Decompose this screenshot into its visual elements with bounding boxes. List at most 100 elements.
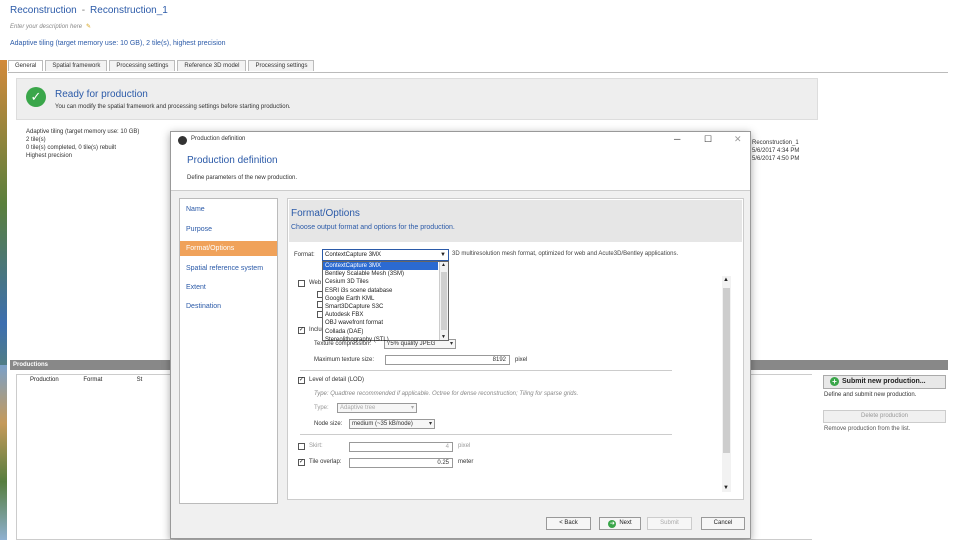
node-size-label: Node size: (314, 421, 343, 427)
skirt-unit: pixel (458, 443, 471, 449)
tab-processing-settings-b[interactable]: Processing settings (248, 60, 315, 71)
submit-description: Define and submit new production. (824, 392, 917, 398)
tab-divider (8, 72, 948, 73)
format-select-value: ContextCapture 3MX (325, 252, 382, 258)
delete-production-button[interactable]: Delete production (823, 410, 946, 423)
tab-spatial-framework[interactable]: Spatial framework (45, 60, 108, 71)
banner-title: Ready for production (55, 89, 148, 100)
format-description: 3D multiresolution mesh format, optimize… (452, 251, 679, 257)
type-label: Type: (314, 405, 329, 411)
step-purpose[interactable]: Purpose (180, 222, 277, 237)
max-texture-unit: pixel (515, 357, 528, 363)
format-option[interactable]: Google Earth KML (323, 295, 448, 303)
options-scrollbar[interactable]: ▲ ▼ (722, 276, 731, 492)
maximize-icon[interactable]: ☐ (704, 134, 712, 145)
lod-type-value: Adaptive tree (340, 405, 376, 411)
max-texture-input[interactable]: 8192 (385, 355, 510, 365)
format-option[interactable]: Bentley Scalable Mesh (3SM) (323, 270, 448, 278)
app-title[interactable]: Reconstruction (10, 5, 77, 16)
format-option[interactable]: Smart3DCapture S3C (323, 303, 448, 311)
section-divider (300, 370, 672, 371)
delete-description: Remove production from the list. (824, 426, 911, 432)
node-size-select[interactable]: medium (~35 kB/node) ▾ (349, 419, 435, 429)
format-options-panel: Format/Options Choose output format and … (287, 198, 744, 500)
web-ready-checkbox[interactable] (298, 280, 305, 287)
reconstruction-details: Adaptive tiling (target memory use: 10 G… (26, 128, 139, 160)
scroll-down-icon[interactable]: ▼ (441, 334, 446, 340)
tiling-info-link[interactable]: Adaptive tiling (target memory use: 10 G… (10, 40, 226, 47)
dialog-titlebar[interactable]: Production definition ─ ☐ ✕ (171, 132, 750, 149)
format-select[interactable]: ContextCapture 3MX ▼ (322, 249, 449, 261)
column-header-production[interactable]: Production (16, 375, 69, 387)
node-size-value: medium (~35 kB/node) (352, 421, 413, 427)
format-option[interactable]: ESRI i3s scene database (323, 287, 448, 295)
column-header-status[interactable]: St (123, 375, 176, 387)
submit-new-production-label: Submit new production... (842, 378, 926, 385)
document-title: Reconstruction_1 (90, 5, 168, 16)
column-header-format[interactable]: Format (69, 375, 122, 387)
section-divider (300, 434, 672, 435)
format-option[interactable]: ContextCapture 3MX (323, 262, 438, 271)
format-dropdown-list[interactable]: ContextCapture 3MX Bentley Scalable Mesh… (322, 261, 449, 344)
close-icon[interactable]: ✕ (734, 134, 742, 145)
minimize-icon[interactable]: ─ (674, 134, 680, 144)
dialog-header: Production definition Define parameters … (171, 149, 750, 191)
arrow-right-icon: ➜ (608, 520, 617, 528)
pencil-icon[interactable]: ✎ (86, 24, 91, 30)
tab-reference-3d-model[interactable]: Reference 3D model (177, 60, 247, 71)
next-button[interactable]: ➜ Next (599, 517, 641, 530)
page-title: Reconstruction - Reconstruction_1 (10, 5, 168, 16)
step-format-options[interactable]: Format/Options (180, 241, 277, 256)
scroll-thumb[interactable] (723, 288, 730, 453)
step-name[interactable]: Name (180, 202, 277, 217)
scroll-down-icon[interactable]: ▼ (723, 485, 729, 491)
submit-new-production-button[interactable]: + Submit new production... (823, 375, 946, 389)
dropdown-scrollbar[interactable]: ▲ ▼ (439, 262, 448, 340)
detail-line: Highest precision (26, 153, 73, 159)
skirt-checkbox[interactable] (298, 443, 305, 450)
background-imagery-strip-lower (0, 365, 7, 540)
skirt-input[interactable]: 4 (349, 442, 453, 452)
description-field[interactable]: Enter your description here ✎ (10, 23, 91, 30)
tab-general[interactable]: General (8, 60, 44, 71)
status-banner: ✓ Ready for production You can modify th… (16, 78, 818, 120)
description-text: Enter your description here (10, 24, 83, 30)
tile-overlap-input[interactable]: 0.25 (349, 458, 453, 468)
detail-line: 2 tile(s) (26, 137, 46, 143)
chevron-down-icon: ▼ (440, 252, 446, 258)
lod-type-select[interactable]: Adaptive tree ▾ (337, 403, 417, 413)
tab-bar: General Spatial framework Processing set… (8, 60, 316, 71)
meta-line: 5/6/2017 4:34 PM (752, 148, 800, 154)
app-icon (178, 136, 187, 145)
format-option[interactable]: Stereolithography (STL) (323, 336, 448, 344)
submit-button[interactable]: Submit (647, 517, 692, 530)
lod-checkbox[interactable]: ✓ (298, 377, 305, 384)
format-option[interactable]: Collada (DAE) (323, 328, 448, 336)
meta-line: 5/6/2017 4:50 PM (752, 156, 800, 162)
lod-hint: Type: Quadtree recommended if applicable… (314, 391, 579, 397)
chevron-down-icon: ▾ (428, 421, 432, 427)
format-option[interactable]: Autodesk FBX (323, 311, 448, 319)
back-button[interactable]: < Back (546, 517, 591, 530)
tab-processing-settings-a[interactable]: Processing settings (109, 60, 176, 71)
dialog-window-title: Production definition (191, 136, 246, 142)
format-label: Format: (294, 252, 315, 258)
detail-line: 0 tile(s) completed, 0 tile(s) rebuilt (26, 145, 117, 151)
production-definition-dialog: Production definition ─ ☐ ✕ Production d… (170, 131, 751, 539)
step-destination[interactable]: Destination (180, 299, 277, 314)
title-separator: - (81, 5, 86, 16)
plus-icon: + (830, 377, 839, 386)
tile-overlap-checkbox[interactable]: ✓ (298, 459, 305, 466)
format-option[interactable]: OBJ wavefront format (323, 319, 448, 327)
cancel-button[interactable]: Cancel (701, 517, 745, 530)
scroll-up-icon[interactable]: ▲ (441, 262, 446, 268)
include-texture-checkbox[interactable]: ✓ (298, 327, 305, 334)
scroll-up-icon[interactable]: ▲ (723, 277, 729, 283)
scroll-thumb[interactable] (441, 272, 447, 330)
format-option[interactable]: Cesium 3D Tiles (323, 278, 448, 286)
max-texture-label: Maximum texture size: (314, 357, 375, 363)
step-extent[interactable]: Extent (180, 280, 277, 295)
panel-subtitle: Choose output format and options for the… (291, 224, 455, 231)
chevron-down-icon: ▾ (449, 341, 453, 347)
step-spatial-reference-system[interactable]: Spatial reference system (180, 261, 277, 276)
